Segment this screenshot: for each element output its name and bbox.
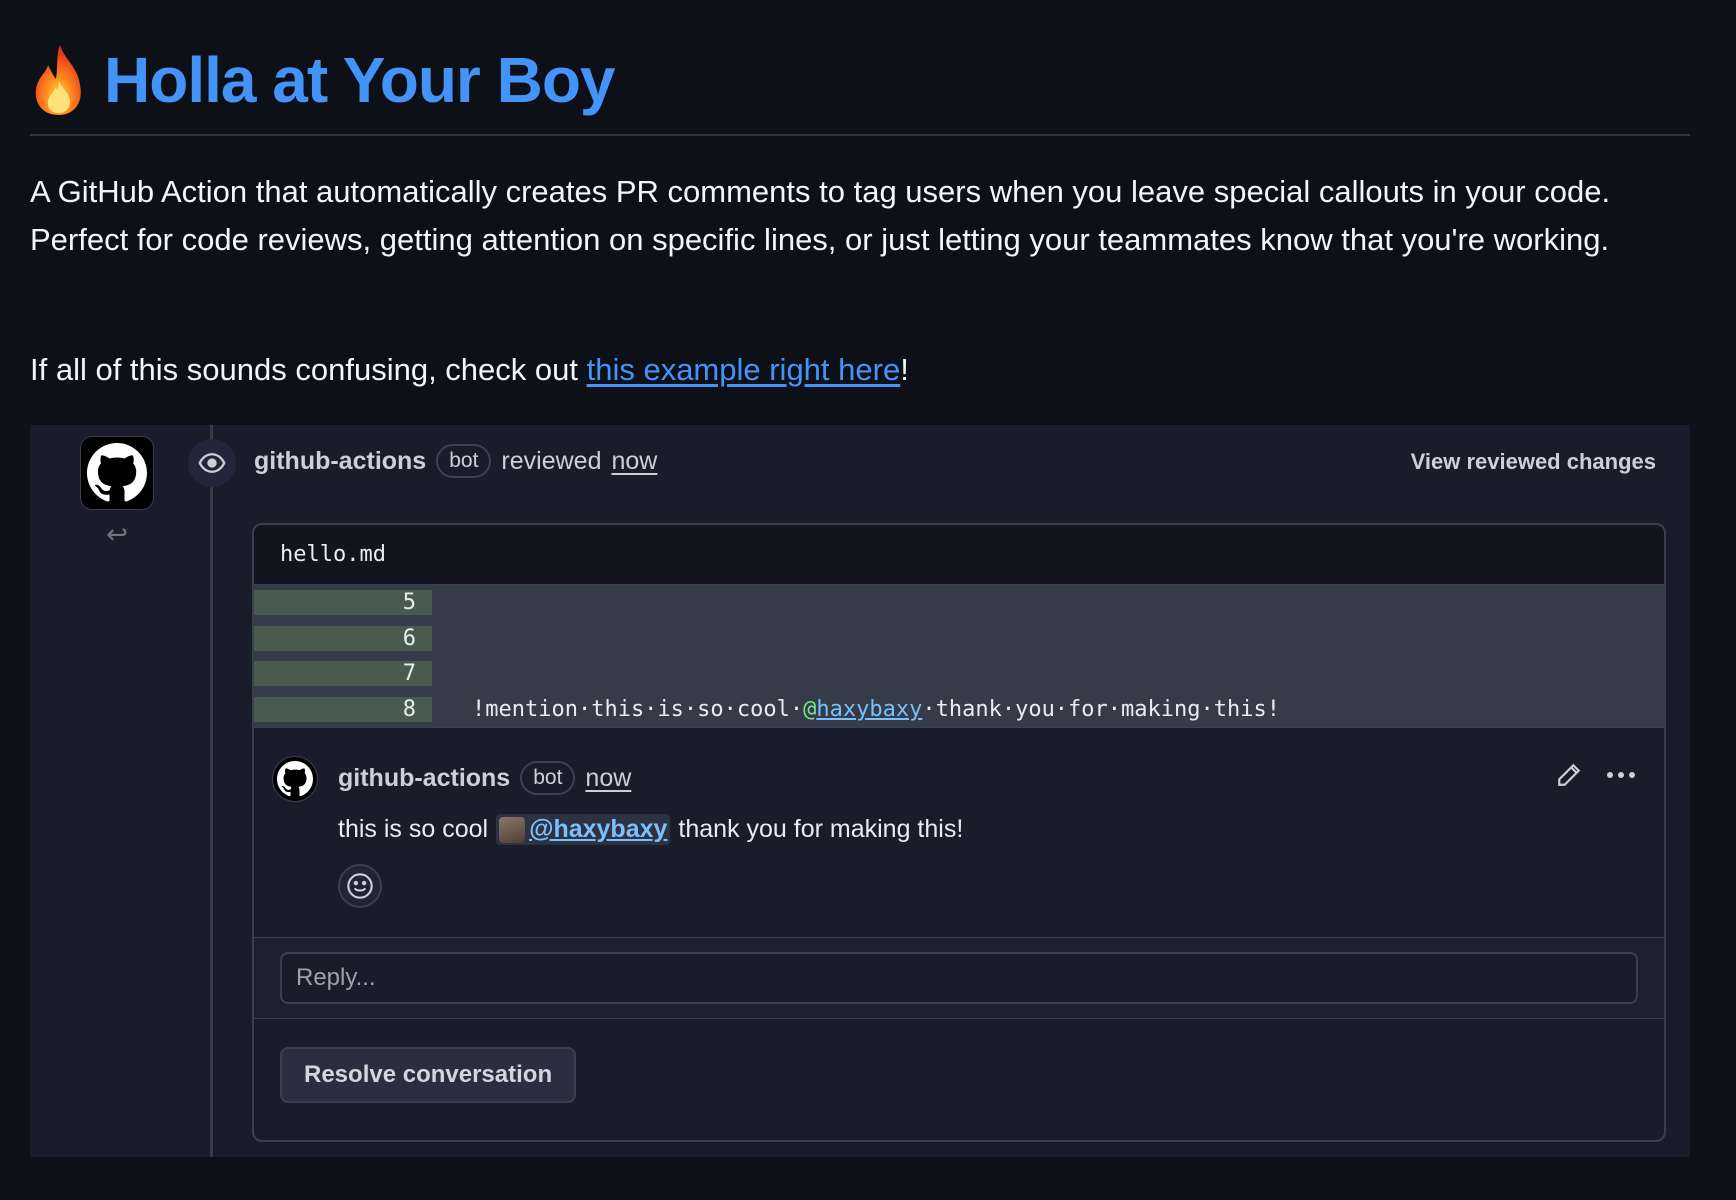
resolve-conversation-button[interactable]: Resolve conversation [280,1047,577,1103]
example-suffix: ! [900,352,909,387]
comment-text: this is so cool [338,815,489,843]
mention-handle[interactable]: @haxybaxy [529,815,667,844]
line-number[interactable]: 7 [254,661,432,687]
user-mention[interactable]: @haxybaxy [496,814,671,845]
review-action: reviewed [501,446,602,475]
comment-actions [1556,762,1636,788]
pencil-icon[interactable] [1556,762,1582,788]
review-timestamp[interactable]: now [611,447,657,476]
reply-area [254,937,1664,1019]
bot-badge: bot [520,761,576,795]
diff-line: 8 !mention·this·is·so·cool·@haxybaxy·tha… [254,692,1664,728]
review-author[interactable]: github-actions [254,447,426,476]
comment-avatar[interactable] [272,756,318,802]
review-comment: github-actions bot now this is so cool @… [254,727,1664,937]
diff-line: 6 [254,621,1664,657]
review-thread: hello.md 5 6 7 8 !mention·this·is·so·coo… [252,523,1666,1142]
comment-text: thank you for making this! [678,815,964,843]
view-reviewed-changes-button[interactable]: View reviewed changes [1411,449,1656,475]
page-title: Holla at Your Boy [30,40,615,120]
comment-body: this is so cool @haxybaxy thank you for … [338,814,963,845]
diff-line: 7 [254,656,1664,692]
diff-hunk: 5 6 7 8 !mention·this·is·so·cool·@haxyba… [254,585,1664,727]
line-code: !mention·this·is·so·cool·@haxybaxy·thank… [432,697,1280,722]
mention-link[interactable]: haxybaxy [816,697,922,722]
code-text: !mention·this·is·so·cool· [472,696,804,722]
example-link[interactable]: this example right here [587,352,901,387]
line-number[interactable]: 5 [254,590,432,616]
file-name[interactable]: hello.md [254,525,1664,585]
reviewer-avatar[interactable] [80,436,154,510]
line-number[interactable]: 8 [254,696,432,722]
code-text: ·thank·you·for·making·this! [922,696,1280,722]
comment-author[interactable]: github-actions [338,764,510,793]
comment-timestamp[interactable]: now [585,764,631,793]
eye-icon [188,439,236,487]
smiley-icon [347,873,373,899]
more-options-icon[interactable] [1606,770,1636,780]
github-logo-icon [87,443,147,502]
timeline-line [210,425,213,1157]
review-screenshot: ↩ github-actions bot reviewed now View r… [30,425,1690,1157]
fire-icon [35,45,81,115]
reply-input[interactable] [280,952,1638,1004]
resolve-area: Resolve conversation [254,1019,1664,1103]
mention-avatar [499,816,526,843]
intro-paragraph: A GitHub Action that automatically creat… [30,174,1611,257]
title-text: Holla at Your Boy [104,44,615,116]
github-logo-icon [277,761,313,797]
example-prefix: If all of this sounds confusing, check o… [30,352,587,387]
bot-badge: bot [436,444,492,478]
comment-header: github-actions bot now [338,758,631,798]
reply-arrow-icon: ↩ [106,519,128,549]
diff-line: 5 [254,585,1664,621]
add-reaction-button[interactable] [338,864,382,908]
review-header: github-actions bot reviewed now [254,439,657,483]
line-number[interactable]: 6 [254,625,432,651]
example-paragraph: If all of this sounds confusing, check o… [30,346,1690,394]
mention-at: @ [803,696,817,722]
title-divider [30,134,1690,136]
